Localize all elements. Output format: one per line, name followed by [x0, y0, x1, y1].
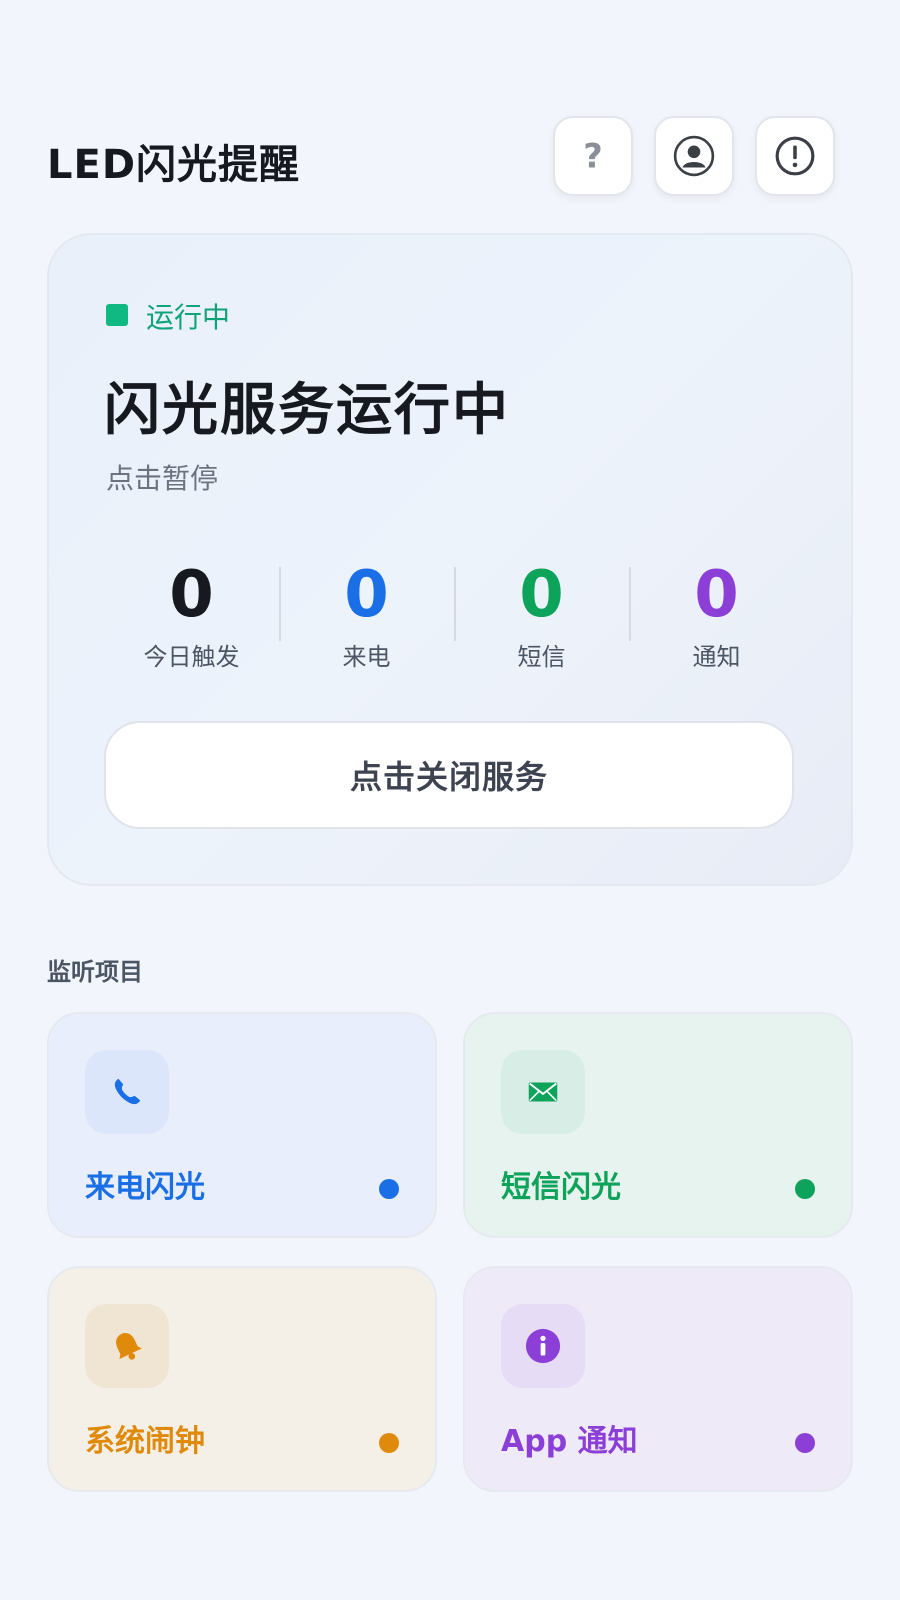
enabled-dot [795, 1179, 815, 1199]
stat-label: 短信 [517, 643, 566, 671]
stat-label: 来电 [342, 643, 391, 671]
monitor-item-label: 短信闪光 [501, 1170, 621, 1205]
stat-value: 0 [694, 558, 739, 632]
pause-hint[interactable]: 点击暂停 [106, 457, 218, 497]
app-title: LED闪光提醒 [47, 142, 301, 188]
account-button[interactable] [654, 116, 734, 196]
stat-label: 通知 [692, 643, 741, 671]
stat-calls: 0 来电 [279, 555, 454, 671]
monitor-item-app[interactable]: App 通知 [463, 1266, 853, 1492]
section-title: 监听项目 [47, 958, 143, 986]
monitor-item-call[interactable]: 来电闪光 [47, 1012, 437, 1238]
monitor-item-label: 来电闪光 [85, 1170, 205, 1205]
enabled-dot [379, 1433, 399, 1453]
info-icon [501, 1304, 585, 1388]
stat-label: 今日触发 [143, 643, 240, 671]
svg-text:?: ? [583, 137, 602, 176]
close-service-button[interactable]: 点击关闭服务 [104, 721, 794, 829]
question-icon: ? [583, 137, 602, 176]
enabled-dot [379, 1179, 399, 1199]
monitor-item-label: 系统闹钟 [85, 1424, 205, 1459]
stat-sms: 0 短信 [454, 555, 629, 671]
monitor-item-label: App 通知 [501, 1424, 638, 1459]
alert-circle-icon [775, 136, 815, 176]
bell-icon [85, 1304, 169, 1388]
stat-value: 0 [169, 558, 214, 632]
stats-row: 0 今日触发 0 来电 0 短信 0 通知 [104, 555, 804, 671]
status-label: 运行中 [146, 301, 231, 334]
monitor-item-sms[interactable]: 短信闪光 [463, 1012, 853, 1238]
stat-today: 0 今日触发 [104, 555, 279, 671]
service-title: 闪光服务运行中 [104, 378, 510, 443]
mail-icon [501, 1050, 585, 1134]
stat-value: 0 [519, 558, 564, 632]
status-indicator [106, 304, 128, 326]
info-button[interactable] [755, 116, 835, 196]
service-status-card[interactable]: 运行中 闪光服务运行中 点击暂停 0 今日触发 0 来电 0 短信 0 通知 点… [47, 233, 853, 886]
enabled-dot [795, 1433, 815, 1453]
phone-icon [85, 1050, 169, 1134]
user-icon [673, 135, 715, 177]
monitor-item-alarm[interactable]: 系统闹钟 [47, 1266, 437, 1492]
stat-value: 0 [344, 558, 389, 632]
stat-notifications: 0 通知 [629, 555, 804, 671]
help-button[interactable]: ? [553, 116, 633, 196]
